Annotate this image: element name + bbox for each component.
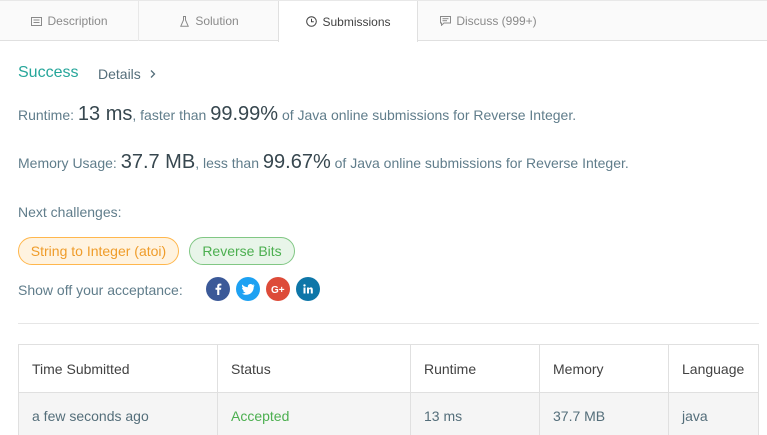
- share-label: Show off your acceptance:: [18, 282, 183, 298]
- result-status: Success: [18, 64, 79, 81]
- tab-description[interactable]: Description: [0, 1, 138, 41]
- memory-label: Memory Usage:: [18, 155, 121, 171]
- runtime-label: Runtime:: [18, 107, 78, 123]
- runtime-percentile: 99.99%: [210, 103, 279, 125]
- facebook-icon[interactable]: [206, 277, 230, 301]
- runtime-mid: , faster than: [132, 107, 211, 123]
- memory-tail: of Java online submissions for Reverse I…: [330, 155, 629, 171]
- svg-text:G+: G+: [271, 285, 285, 294]
- runtime-summary: Runtime: 13 ms, faster than 99.99% of Ja…: [18, 103, 576, 126]
- tab-label: Description: [47, 14, 108, 28]
- memory-value: 37.7 MB: [120, 151, 196, 173]
- chevron-right-icon: [150, 70, 156, 78]
- description-icon: [30, 15, 42, 27]
- cell-memory: 37.7 MB: [540, 393, 669, 435]
- column-header-runtime[interactable]: Runtime: [411, 345, 540, 392]
- details-link[interactable]: Details: [98, 66, 157, 82]
- memory-summary: Memory Usage: 37.7 MB, less than 99.67% …: [18, 151, 629, 174]
- challenge-chip-atoi[interactable]: String to Integer (atoi): [18, 237, 179, 265]
- divider: [18, 323, 759, 324]
- tab-submissions[interactable]: Submissions: [278, 1, 418, 42]
- tab-discuss[interactable]: Discuss (999+): [418, 1, 558, 41]
- cell-status-link[interactable]: Accepted: [218, 393, 411, 435]
- twitter-icon[interactable]: [236, 277, 260, 301]
- column-header-language[interactable]: Language: [669, 345, 758, 392]
- challenge-chip-reverse-bits[interactable]: Reverse Bits: [189, 237, 295, 265]
- column-header-status[interactable]: Status: [218, 345, 411, 392]
- tab-label: Submissions: [322, 14, 391, 29]
- clock-icon: [305, 16, 317, 28]
- tab-label: Solution: [195, 14, 239, 28]
- table-header-row: Time Submitted Status Runtime Memory Lan…: [19, 345, 758, 393]
- column-header-time[interactable]: Time Submitted: [19, 345, 218, 392]
- tab-solution[interactable]: Solution: [138, 1, 278, 41]
- table-row: a few seconds ago Accepted 13 ms 37.7 MB…: [19, 393, 758, 435]
- google-plus-icon[interactable]: G+: [266, 277, 290, 301]
- linkedin-icon[interactable]: [296, 277, 320, 301]
- cell-language: java: [682, 408, 708, 424]
- details-label: Details: [98, 66, 141, 82]
- cell-runtime: 13 ms: [411, 393, 540, 435]
- tab-bar: Description Solution Submissions Discuss…: [0, 0, 767, 42]
- comment-icon: [439, 15, 451, 27]
- column-header-memory[interactable]: Memory: [540, 345, 669, 392]
- next-challenges-label: Next challenges:: [18, 204, 122, 220]
- runtime-tail: of Java online submissions for Reverse I…: [278, 107, 577, 123]
- cell-time: a few seconds ago: [19, 393, 218, 435]
- runtime-value: 13 ms: [77, 103, 133, 125]
- memory-percentile: 99.67%: [262, 151, 331, 173]
- memory-mid: , less than: [195, 155, 263, 171]
- flask-icon: [178, 15, 190, 27]
- tab-label: Discuss (999+): [456, 14, 537, 28]
- submissions-table: Time Submitted Status Runtime Memory Lan…: [18, 344, 759, 435]
